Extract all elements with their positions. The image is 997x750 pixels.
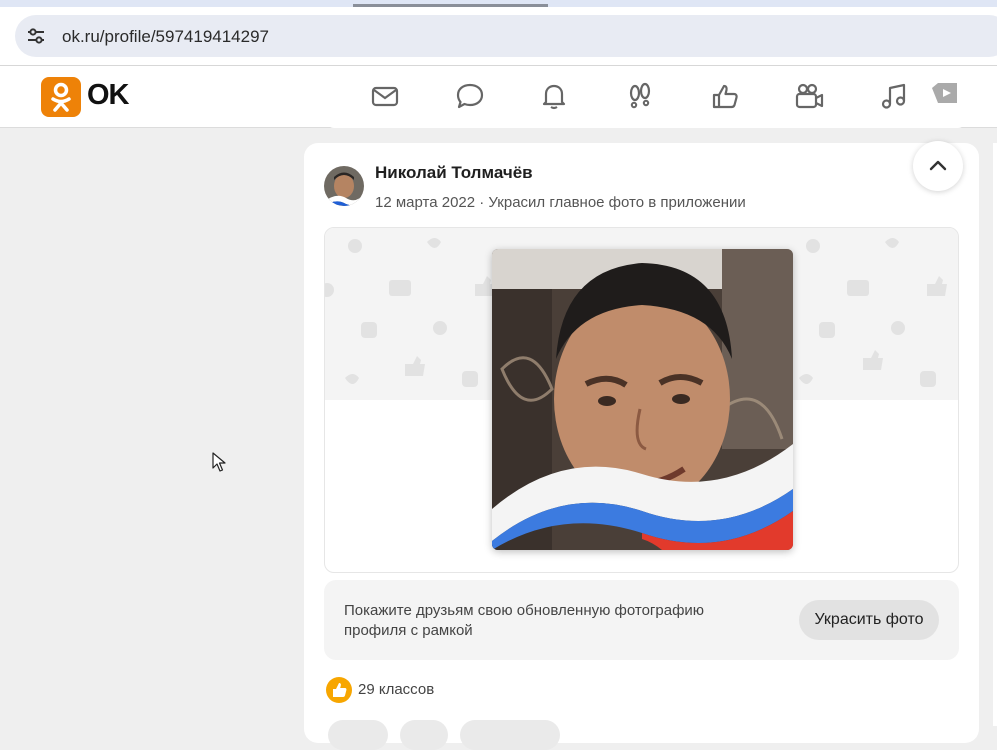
- tab-strip: [0, 0, 997, 7]
- comment-action-button[interactable]: [400, 720, 448, 750]
- next-card-edge: [993, 143, 997, 726]
- video-icon[interactable]: [793, 80, 825, 112]
- profile-photo[interactable]: [492, 249, 793, 550]
- likes-icon[interactable]: [709, 80, 741, 112]
- previous-card-edge: [326, 120, 966, 128]
- mouse-cursor-icon: [212, 452, 226, 477]
- like-action-button[interactable]: [328, 720, 388, 750]
- ok-logo-icon[interactable]: [41, 77, 81, 117]
- video-play-icon[interactable]: [928, 80, 960, 112]
- chevron-up-icon: [929, 160, 947, 171]
- promo-text: Покажите друзьям свою обновленную фотогр…: [344, 602, 705, 639]
- site-header: OK: [0, 65, 997, 128]
- notifications-icon[interactable]: [538, 80, 570, 112]
- feed-post-card: Николай Толмачёв 12 марта 2022 · Украсил…: [304, 141, 979, 750]
- likes-count: 29 классов: [358, 681, 435, 698]
- photo-container: [324, 227, 959, 573]
- decorate-photo-button[interactable]: Украсить фото: [799, 600, 939, 640]
- url-text[interactable]: ok.ru/profile/597419414297: [62, 27, 269, 47]
- scroll-up-button[interactable]: [913, 141, 963, 191]
- guests-icon[interactable]: [624, 80, 656, 112]
- logo-text[interactable]: OK: [87, 79, 129, 112]
- post-meta: 12 марта 2022 · Украсил главное фото в п…: [375, 194, 746, 211]
- address-bar[interactable]: ok.ru/profile/597419414297: [15, 15, 997, 57]
- share-action-button[interactable]: [460, 720, 560, 750]
- author-name[interactable]: Николай Толмачёв: [375, 163, 533, 183]
- music-icon[interactable]: [878, 80, 910, 112]
- like-thumb-icon: [326, 677, 352, 703]
- discussions-icon[interactable]: [454, 80, 486, 112]
- author-avatar[interactable]: [324, 166, 364, 206]
- tune-icon[interactable]: [25, 25, 47, 47]
- mail-icon[interactable]: [369, 80, 401, 112]
- promo-banner: Покажите друзьям свою обновленную фотогр…: [324, 580, 959, 660]
- browser-toolbar: ok.ru/profile/597419414297: [0, 7, 997, 65]
